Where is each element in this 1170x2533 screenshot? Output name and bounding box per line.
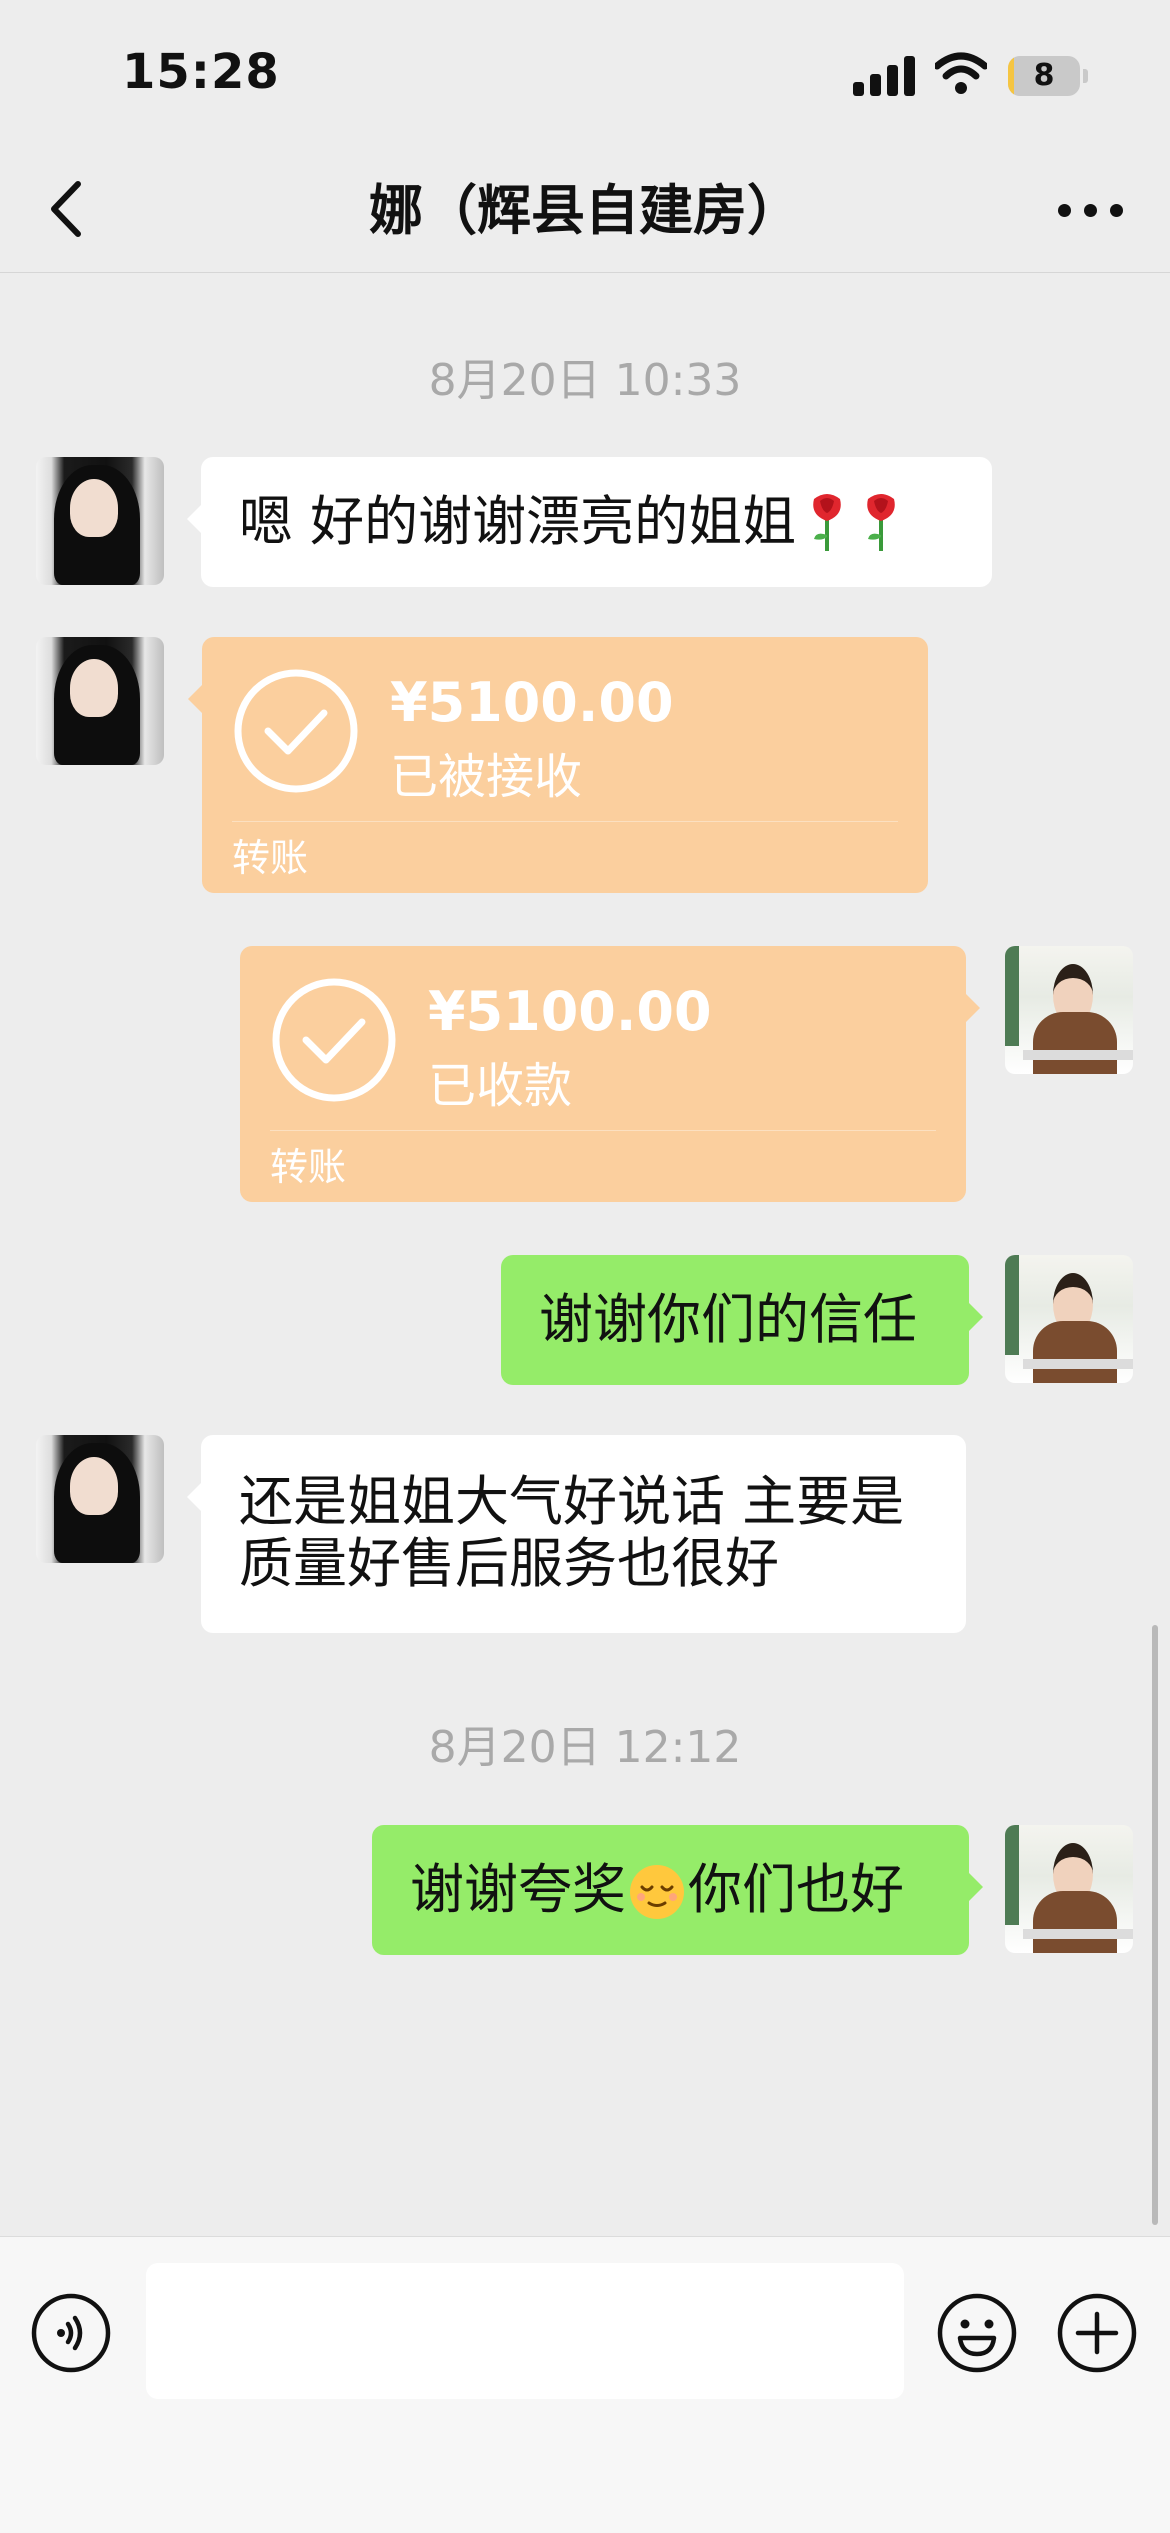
wifi-icon	[935, 52, 987, 94]
transfer-card-received[interactable]: ¥5100.00 已被接收 转账	[188, 637, 928, 893]
message-text: 谢谢夸奖	[410, 1858, 626, 1921]
message-text: 你们也好	[688, 1858, 904, 1921]
message-text: 还是姐姐大气好说话 主要是 质量好售后服务也很好	[239, 1470, 905, 1595]
sent-message-bubble[interactable]: 谢谢夸奖 你们也好	[372, 1825, 983, 1955]
sent-message-bubble[interactable]: 谢谢你们的信任	[501, 1255, 983, 1385]
transfer-amount: ¥5100.00	[390, 671, 674, 734]
plus-icon[interactable]	[1056, 2292, 1138, 2374]
contact-avatar[interactable]	[36, 637, 164, 765]
contact-avatar[interactable]	[36, 457, 164, 585]
message-input-bar	[0, 2236, 1170, 2533]
transfer-label: 转账	[270, 1145, 347, 1189]
transfer-card-sent[interactable]: ¥5100.00 已收款 转账	[240, 946, 980, 1202]
battery-percent: 8	[1033, 58, 1055, 93]
status-time: 15:28	[122, 44, 280, 100]
message-input[interactable]	[146, 2263, 904, 2399]
message-timestamp: 8月20日 10:33	[428, 355, 742, 406]
check-circle-icon	[272, 978, 396, 1102]
chat-header: 娜（辉县自建房）	[0, 150, 1170, 273]
emoji-icon[interactable]	[936, 2292, 1018, 2374]
rose-emoji	[804, 491, 850, 553]
received-message-bubble[interactable]: 还是姐姐大气好说话 主要是 质量好售后服务也很好	[187, 1435, 966, 1633]
transfer-status: 已收款	[428, 1058, 573, 1114]
more-options-button[interactable]	[1050, 190, 1130, 230]
status-bar: 15:28 8	[0, 0, 1170, 150]
rose-emoji	[858, 491, 904, 553]
chat-scrollbar[interactable]	[1152, 1625, 1158, 2225]
my-avatar[interactable]	[1005, 1255, 1133, 1383]
my-avatar[interactable]	[1005, 946, 1133, 1074]
cellular-signal-icon	[853, 56, 915, 96]
voice-input-icon[interactable]	[30, 2292, 112, 2374]
check-circle-icon	[234, 669, 358, 793]
transfer-amount: ¥5100.00	[428, 980, 712, 1043]
contact-avatar[interactable]	[36, 1435, 164, 1563]
chat-title: 娜（辉县自建房）	[369, 179, 801, 242]
my-avatar[interactable]	[1005, 1825, 1133, 1953]
transfer-status: 已被接收	[390, 749, 583, 805]
message-text: 谢谢你们的信任	[539, 1288, 917, 1351]
message-text: 嗯 好的谢谢漂亮的姐姐	[239, 490, 797, 553]
relieved-face-emoji	[626, 1859, 688, 1921]
battery-icon: 8	[1008, 56, 1088, 96]
transfer-label: 转账	[232, 836, 309, 880]
received-message-bubble[interactable]: 嗯 好的谢谢漂亮的姐姐	[187, 457, 992, 587]
message-timestamp: 8月20日 12:12	[428, 1722, 742, 1773]
